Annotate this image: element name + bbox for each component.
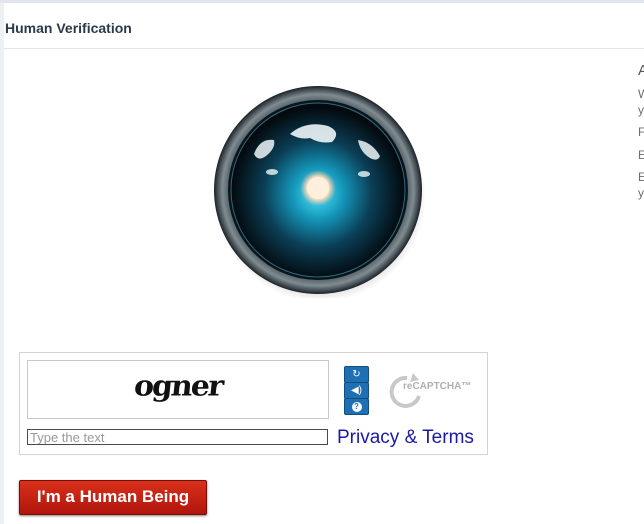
captcha-answer-input[interactable] — [27, 429, 328, 445]
side-text-c: y — [638, 103, 644, 117]
privacy-terms-link[interactable]: Privacy & Terms — [337, 427, 474, 449]
recaptcha-logo-text: reCAPTCHA™ — [403, 381, 472, 392]
side-text-b: W — [638, 87, 644, 101]
help-captcha-button[interactable]: ? — [344, 398, 369, 415]
page-title: Human Verification — [5, 20, 132, 36]
human-verify-button[interactable]: I'm a Human Being — [19, 480, 207, 515]
speaker-icon: ◀) — [350, 385, 363, 396]
captcha-image: ogner — [27, 360, 329, 419]
side-text-d: F — [638, 125, 644, 139]
captcha-challenge-text: ogner — [132, 369, 224, 404]
header-divider — [4, 48, 644, 49]
camera-eye-icon — [214, 86, 426, 298]
side-text-e: E — [638, 148, 644, 162]
audio-captcha-button[interactable]: ◀) — [344, 382, 369, 399]
side-text-a: A — [638, 62, 644, 79]
refresh-icon: ↻ — [352, 369, 361, 380]
side-text-f: E — [638, 170, 644, 184]
refresh-captcha-button[interactable]: ↻ — [344, 366, 369, 383]
side-text-g: y — [638, 186, 644, 200]
left-border — [0, 3, 4, 524]
help-icon: ? — [351, 401, 362, 412]
top-border — [0, 0, 644, 3]
